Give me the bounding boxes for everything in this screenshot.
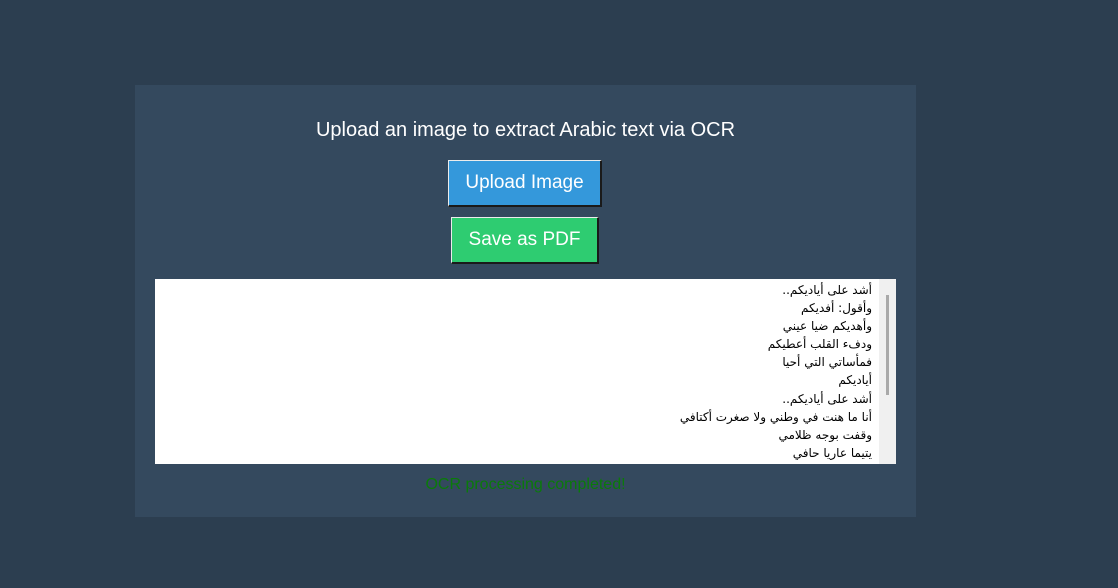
ocr-line: أشد على أياديكم.. (782, 283, 872, 297)
ocr-lines: أشد على أياديكم.. وأقول: أفديكم وأهديكم … (157, 281, 872, 462)
ocr-line: أياديكم (838, 373, 872, 388)
vertical-scrollbar[interactable] (879, 279, 896, 464)
ocr-line: ودفء القلب أعطيكم (767, 337, 872, 352)
save-as-pdf-button[interactable]: Save as PDF (451, 217, 599, 264)
status-message: OCR processing completed! (425, 476, 626, 493)
main-panel: Upload an image to extract Arabic text v… (135, 85, 916, 517)
ocr-text-output[interactable]: أشد على أياديكم.. وأقول: أفديكم وأهديكم … (155, 279, 896, 464)
scrollbar-thumb[interactable] (886, 295, 889, 395)
ocr-line: فمأساتي التي أحيا (782, 355, 872, 370)
upload-image-button[interactable]: Upload Image (448, 160, 602, 207)
ocr-line: وقفت بوجه ظلامي (778, 427, 872, 442)
ocr-line: أشد على أياديكم.. (782, 391, 872, 406)
ocr-line: أنا ما هنت في وطني ولا صغرت أكتافي (679, 409, 872, 424)
ocr-line: وأقول: أفديكم (801, 301, 872, 316)
ocr-line: يتيما عاريا حافي (792, 445, 872, 460)
page-title: Upload an image to extract Arabic text v… (315, 119, 736, 141)
ocr-line: وأهديكم ضيا عيني (782, 319, 872, 334)
